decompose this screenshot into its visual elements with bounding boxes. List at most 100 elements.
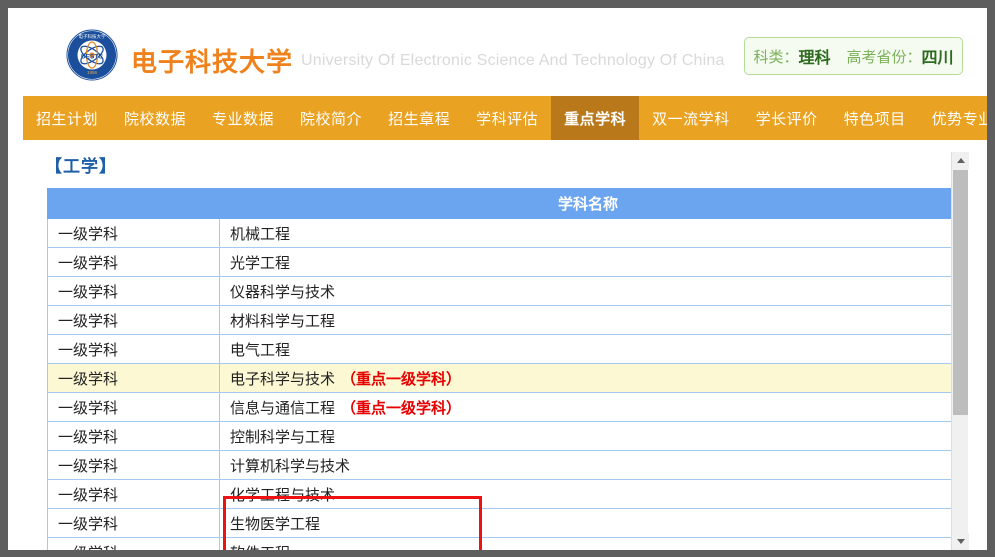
cell-discipline-name: 材料科学与工程: [219, 305, 957, 335]
nav-item-label: 招生章程: [388, 110, 451, 128]
disciplines-table: 学科名称 一级学科 机械工程 一级学科 光学工程 一级学科 仪器科学与技术 一级学科 材料科学…: [47, 188, 957, 550]
subject-category-label: 科类：: [753, 48, 799, 66]
main-navigation: 招生计划 院校数据 专业数据 院校简介 招生章程 学科评估 重点学科 双一流学科 学长评价 特色项…: [23, 96, 987, 140]
cell-discipline-level: 一级学科: [47, 479, 220, 509]
table-body: 一级学科 机械工程 一级学科 光学工程 一级学科 仪器科学与技术 一级学科 材料科学与工程 一级…: [47, 218, 957, 551]
table-row: 一级学科软件工程: [47, 537, 957, 551]
discipline-name-text: 仪器科学与技术: [230, 283, 336, 301]
close-icon[interactable]: [984, 26, 987, 50]
cell-discipline-level: 一级学科: [47, 363, 220, 393]
table-row: 一级学科 光学工程: [47, 247, 957, 277]
cell-discipline-name: 化学工程与技术: [219, 479, 957, 509]
cell-discipline-name: 电气工程: [219, 334, 957, 364]
page-header: UESTC 电子科技大学 1956 电子科技大学 University Of E…: [23, 16, 987, 96]
modal-window: UESTC 电子科技大学 1956 电子科技大学 University Of E…: [0, 0, 995, 557]
cell-discipline-name: 仪器科学与技术: [219, 276, 957, 306]
table-row: 一级学科 化学工程与技术: [47, 479, 957, 509]
cell-discipline-level: 一级学科: [47, 421, 220, 451]
discipline-name-text: 电气工程: [230, 341, 291, 359]
cell-discipline-level: 一级学科: [47, 276, 220, 306]
uestc-logo-icon: UESTC 电子科技大学 1956: [66, 29, 118, 81]
svg-text:UESTC: UESTC: [81, 54, 103, 61]
page-title: 【工学】: [45, 157, 117, 176]
cell-discipline-level: 一级学科: [47, 450, 220, 480]
table-row: 一级学科 电子科学与技术 （重点一级学科）: [47, 363, 957, 393]
cell-discipline-level: 一级学科: [47, 392, 220, 422]
key-discipline-note: （重点一级学科）: [341, 370, 462, 388]
discipline-name-text: 机械工程: [230, 225, 291, 243]
cell-discipline-name: 控制科学与工程: [219, 421, 957, 451]
table-row: 一级学科 信息与通信工程 （重点一级学科）: [47, 392, 957, 422]
cell-discipline-level: 一级学科: [47, 508, 220, 538]
svg-text:电子科技大学: 电子科技大学: [79, 33, 106, 40]
discipline-name-text: 化学工程与技术: [230, 486, 336, 504]
scroll-down-arrow-icon[interactable]: [952, 533, 969, 550]
nav-item-label: 特色项目: [843, 110, 906, 128]
nav-item-10[interactable]: 优势专业: [919, 96, 987, 140]
university-name-en: University Of Electronic Science And Tec…: [301, 52, 725, 69]
nav-item-label: 专业数据: [212, 110, 275, 128]
table-head: 学科名称: [47, 188, 957, 219]
cell-discipline-level: 一级学科: [47, 537, 220, 550]
nav-item-label: 院校数据: [124, 110, 187, 128]
vertical-scrollbar[interactable]: [951, 152, 969, 550]
discipline-name-text: 软件工程: [230, 545, 290, 551]
nav-item-label: 优势专业: [931, 110, 987, 128]
nav-item-5[interactable]: 学科评估: [463, 96, 551, 140]
nav-item-2[interactable]: 专业数据: [199, 96, 287, 140]
nav-item-3[interactable]: 院校简介: [287, 96, 375, 140]
nav-item-4[interactable]: 招生章程: [375, 96, 463, 140]
exam-province-value: 四川: [921, 50, 954, 67]
cell-discipline-name: 机械工程: [219, 218, 957, 248]
cell-discipline-name: 电子科学与技术 （重点一级学科）: [219, 363, 957, 393]
cell-discipline-level: 一级学科: [47, 218, 220, 248]
table-row: 一级学科 生物医学工程: [47, 508, 957, 538]
cell-discipline-level: 一级学科: [47, 305, 220, 335]
cell-discipline-name: 生物医学工程: [219, 508, 957, 538]
nav-item-label: 双一流学科: [652, 110, 730, 128]
cell-discipline-name: 信息与通信工程 （重点一级学科）: [219, 392, 957, 422]
table-row: 一级学科 机械工程: [47, 218, 957, 248]
nav-item-1[interactable]: 院校数据: [111, 96, 199, 140]
exam-province-label: 高考省份：: [846, 48, 922, 66]
table-header-row: 学科名称: [47, 188, 957, 219]
window-content: UESTC 电子科技大学 1956 电子科技大学 University Of E…: [8, 8, 987, 550]
subject-category-value: 理科: [798, 50, 831, 67]
cell-discipline-name: 软件工程: [219, 537, 957, 551]
nav-item-label: 学长评价: [755, 110, 818, 128]
nav-item-7[interactable]: 双一流学科: [639, 96, 743, 140]
discipline-name-text: 生物医学工程: [230, 515, 321, 533]
discipline-name-text: 材料科学与工程: [230, 312, 336, 330]
main-content: 【工学】 学科名称 一级学科 机械工程 一级学科 光学工程 一级学科 仪器科学与技术 一级学…: [23, 140, 987, 550]
cell-discipline-level: 一级学科: [47, 334, 220, 364]
nav-item-6[interactable]: 重点学科: [551, 96, 640, 140]
discipline-name-text: 计算机科学与技术: [230, 457, 351, 475]
cell-discipline-name: 光学工程: [219, 247, 957, 277]
discipline-name-text: 电子科学与技术: [230, 370, 336, 388]
nav-item-label: 学科评估: [476, 110, 539, 128]
discipline-name-text: 光学工程: [230, 254, 291, 272]
nav-item-8[interactable]: 学长评价: [743, 96, 831, 140]
cell-discipline-name: 计算机科学与技术: [219, 450, 957, 480]
nav-item-0[interactable]: 招生计划: [23, 96, 111, 140]
university-name-cn: 电子科技大学: [131, 47, 294, 77]
column-header-name: 学科名称: [219, 188, 957, 219]
nav-item-label: 招生计划: [36, 110, 99, 128]
nav-item-label: 重点学科: [564, 110, 627, 128]
table-row: 一级学科 控制科学与工程: [47, 421, 957, 451]
table-row: 一级学科 计算机科学与技术: [47, 450, 957, 480]
key-discipline-note: （重点一级学科）: [341, 399, 462, 417]
discipline-name-text: 控制科学与工程: [230, 428, 336, 446]
discipline-name-text: 信息与通信工程: [230, 399, 336, 417]
table-row: 一级学科 仪器科学与技术: [47, 276, 957, 306]
column-header-level: [47, 188, 220, 219]
nav-item-9[interactable]: 特色项目: [831, 96, 919, 140]
scrollbar-thumb[interactable]: [953, 170, 968, 415]
nav-item-label: 院校简介: [300, 110, 363, 128]
svg-text:1956: 1956: [87, 70, 98, 75]
exam-info-badge[interactable]: 科类： 理科 高考省份： 四川: [744, 37, 963, 75]
table-row: 一级学科 电气工程: [47, 334, 957, 364]
table-row: 一级学科 材料科学与工程: [47, 305, 957, 335]
cell-discipline-level: 一级学科: [47, 247, 220, 277]
scroll-up-arrow-icon[interactable]: [952, 152, 969, 169]
